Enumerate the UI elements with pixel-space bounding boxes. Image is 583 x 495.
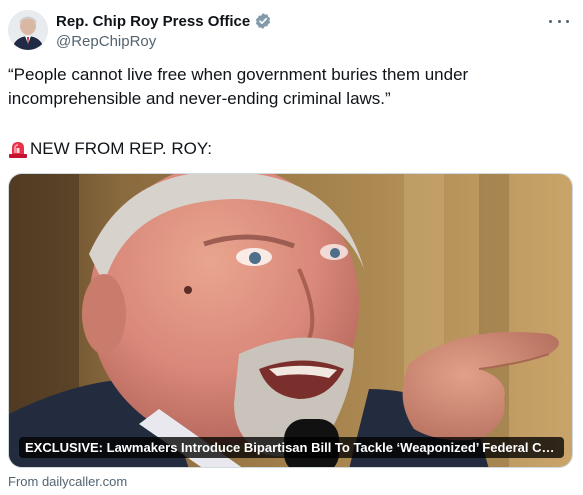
name-row: Rep. Chip Roy Press Office xyxy=(56,12,272,30)
more-icon[interactable] xyxy=(549,14,569,28)
rotating-light-icon xyxy=(9,142,27,158)
tweet-text-line: incomprehensible and never-ending crimin… xyxy=(8,89,391,108)
link-card[interactable]: EXCLUSIVE: Lawmakers Introduce Bipartisa… xyxy=(8,173,573,468)
handle[interactable]: @RepChipRoy xyxy=(56,33,156,50)
alert-text: NEW FROM REP. ROY: xyxy=(30,139,212,158)
card-source[interactable]: From dailycaller.com xyxy=(8,474,127,489)
avatar[interactable] xyxy=(8,10,48,50)
verified-badge-icon xyxy=(256,13,271,29)
display-name[interactable]: Rep. Chip Roy Press Office xyxy=(56,13,250,30)
card-title[interactable]: EXCLUSIVE: Lawmakers Introduce Bipartisa… xyxy=(19,437,564,458)
article-photo xyxy=(9,174,572,467)
tweet-text-line: “People cannot live free when government… xyxy=(8,65,469,84)
tweet-header: Rep. Chip Roy Press Office @RepChipRoy xyxy=(8,8,575,52)
alert-line: NEW FROM REP. ROY: xyxy=(8,137,212,161)
tweet-text: “People cannot live free when government… xyxy=(8,63,568,111)
